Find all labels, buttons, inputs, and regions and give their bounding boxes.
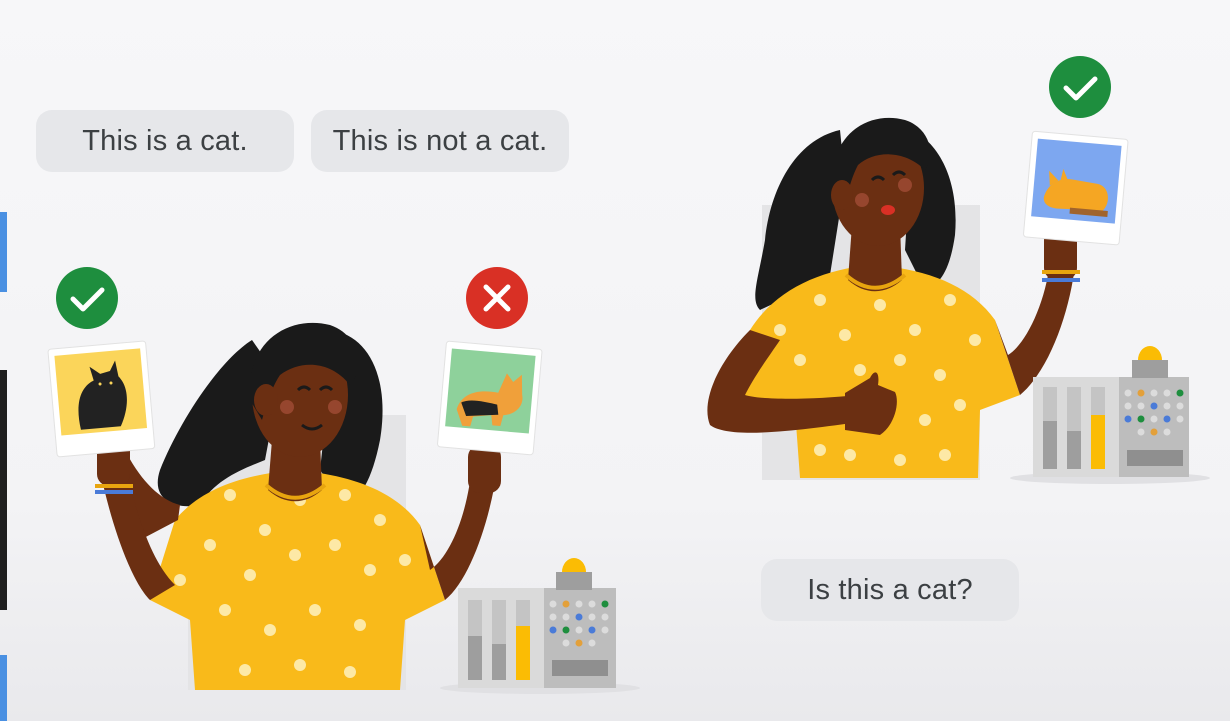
- check-badge-right: [1049, 56, 1111, 118]
- cat-photo-card-right: [1023, 130, 1129, 246]
- illustration-frame: This is a cat. This is not a cat. Is thi…: [0, 0, 1230, 721]
- machine-left: [440, 558, 640, 694]
- check-badge-left: [56, 267, 118, 329]
- right-scene: [707, 56, 1210, 484]
- scene-svg: [47, 56, 1210, 694]
- cat-photo-card: [47, 340, 156, 458]
- dog-photo-card: [437, 340, 543, 456]
- x-badge-left: [466, 267, 528, 329]
- left-scene: [47, 267, 640, 694]
